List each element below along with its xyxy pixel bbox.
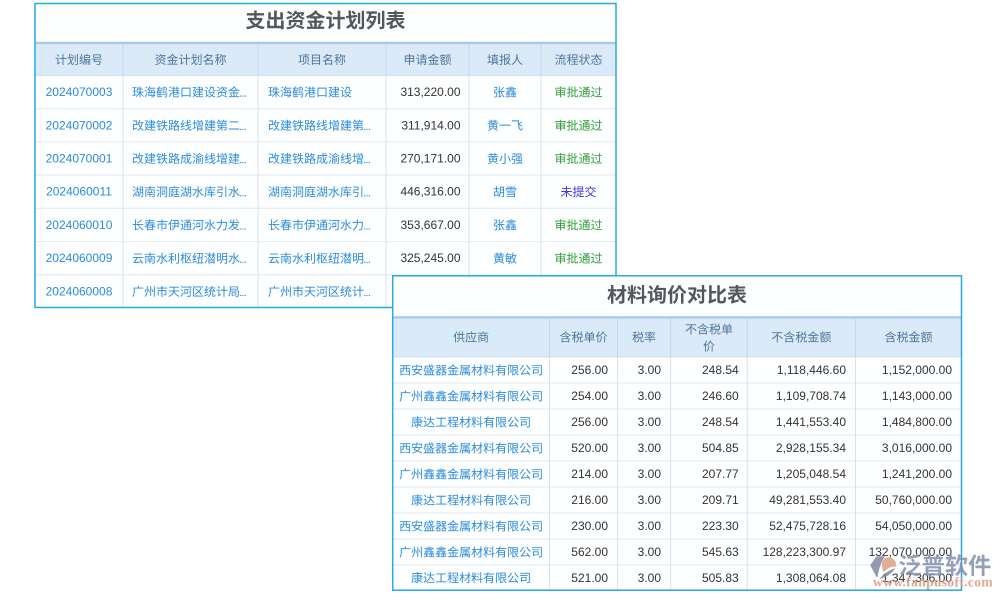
svg-text:2,928,155.34: 2,928,155.34	[776, 441, 846, 455]
svg-text:446,316.00: 446,316.00	[400, 185, 460, 199]
svg-text:209.71: 209.71	[702, 493, 739, 507]
svg-text:1,152,000.00: 1,152,000.00	[882, 363, 952, 377]
svg-text:3.00: 3.00	[638, 545, 662, 559]
svg-text:223.30: 223.30	[702, 519, 739, 533]
svg-text:2024060009: 2024060009	[46, 251, 113, 265]
svg-text:2024060010: 2024060010	[46, 218, 113, 232]
svg-text:3.00: 3.00	[638, 363, 662, 377]
svg-text:270,171.00: 270,171.00	[400, 152, 460, 166]
svg-text:313,220.00: 313,220.00	[400, 85, 460, 99]
svg-text:3.00: 3.00	[638, 415, 662, 429]
svg-text:254.00: 254.00	[571, 389, 608, 403]
svg-text:311,914.00: 311,914.00	[401, 118, 460, 132]
svg-text:3.00: 3.00	[638, 493, 662, 507]
svg-text:1,143,000.00: 1,143,000.00	[882, 389, 952, 403]
svg-text:2024070003: 2024070003	[46, 85, 113, 99]
svg-text:1,308,064.08: 1,308,064.08	[776, 571, 846, 585]
svg-text:50,760,000.00: 50,760,000.00	[875, 493, 952, 507]
svg-text:230.00: 230.00	[571, 519, 608, 533]
svg-text:505.83: 505.83	[702, 571, 739, 585]
svg-text:49,281,553.40: 49,281,553.40	[769, 493, 846, 507]
svg-text:562.00: 562.00	[571, 545, 608, 559]
svg-text:3.00: 3.00	[638, 389, 662, 403]
svg-text:2024060011: 2024060011	[46, 185, 112, 199]
svg-text:1,241,200.00: 1,241,200.00	[882, 467, 952, 481]
svg-text:214.00: 214.00	[571, 467, 608, 481]
svg-text:1,118,446.60: 1,118,446.60	[777, 363, 847, 377]
svg-text:52,475,728.16: 52,475,728.16	[769, 519, 846, 533]
svg-text:246.60: 246.60	[702, 389, 739, 403]
svg-text:3.00: 3.00	[638, 519, 662, 533]
svg-text:504.85: 504.85	[702, 441, 739, 455]
svg-text:248.54: 248.54	[702, 363, 739, 377]
svg-text:545.63: 545.63	[702, 545, 739, 559]
svg-text:www.fanpusoft.com: www.fanpusoft.com	[873, 575, 993, 590]
svg-text:248.54: 248.54	[702, 415, 739, 429]
svg-text:54,050,000.00: 54,050,000.00	[875, 519, 952, 533]
svg-text:216.00: 216.00	[571, 493, 608, 507]
svg-text:256.00: 256.00	[571, 415, 608, 429]
svg-text:2024070002: 2024070002	[46, 118, 113, 132]
svg-text:2024060008: 2024060008	[46, 284, 113, 298]
svg-text:353,667.00: 353,667.00	[400, 218, 460, 232]
svg-text:1,109,708.74: 1,109,708.74	[776, 389, 846, 403]
svg-text:1,205,048.54: 1,205,048.54	[776, 467, 846, 481]
svg-text:521.00: 521.00	[571, 571, 608, 585]
svg-text:325,245.00: 325,245.00	[400, 251, 460, 265]
svg-text:2024070001: 2024070001	[46, 152, 113, 166]
svg-text:207.77: 207.77	[702, 467, 739, 481]
svg-text:3,016,000.00: 3,016,000.00	[882, 441, 952, 455]
svg-text:3.00: 3.00	[638, 571, 662, 585]
svg-text:520.00: 520.00	[571, 441, 608, 455]
svg-text:3.00: 3.00	[638, 467, 662, 481]
svg-text:1,441,553.40: 1,441,553.40	[776, 415, 846, 429]
svg-text:256.00: 256.00	[571, 363, 608, 377]
svg-text:128,223,300.97: 128,223,300.97	[763, 545, 847, 559]
svg-text:3.00: 3.00	[638, 441, 662, 455]
svg-text:1,484,800.00: 1,484,800.00	[882, 415, 952, 429]
